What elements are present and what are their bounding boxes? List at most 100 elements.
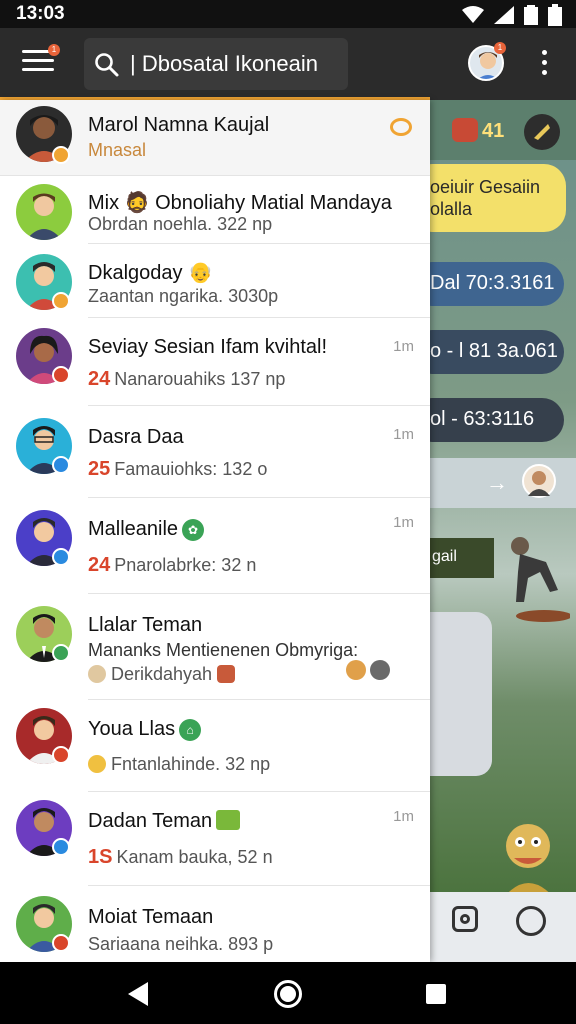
gift-emoji-icon xyxy=(217,665,236,683)
chat-list-item[interactable]: Mix 🧔 Obnoliahy Matial Mandaya Obrdan no… xyxy=(0,176,430,244)
back-icon[interactable] xyxy=(128,982,148,1006)
home-button-icon[interactable] xyxy=(274,980,302,1008)
chat-time: 1m xyxy=(393,514,414,531)
app-bar: 1 | Dbosatal Ikoneain 1 xyxy=(0,28,576,100)
arrow-right-icon: → xyxy=(486,470,508,495)
chat-list-item[interactable]: Malleanile ✿ 24 Pnarolabrke: 32 n 1m xyxy=(0,498,430,594)
chat-preview: 25 Famauiohks: 132 o xyxy=(88,458,267,481)
wifi-icon xyxy=(462,6,484,23)
signal-icon xyxy=(494,6,514,24)
status-badge xyxy=(52,366,70,384)
status-badge xyxy=(52,292,70,310)
chat-list-item[interactable]: Moiat Temaan Sariaana neihka. 893 p xyxy=(0,886,430,962)
chat-name: Moiat Temaan xyxy=(88,906,214,928)
chat-preview-text: Derikdahyah xyxy=(111,664,213,684)
chat-name: Marol Namna Kaujal xyxy=(88,114,270,136)
smile-emoji-icon xyxy=(346,660,366,680)
navigation-bar xyxy=(0,962,576,1024)
background-pill-3: ol - 63:3116 xyxy=(410,398,564,442)
unread-count: 1S xyxy=(88,846,113,868)
profile-notification-badge: 1 xyxy=(494,42,506,54)
unread-indicator-icon xyxy=(390,118,412,136)
chat-list-item[interactable]: Dadan Teman 1S Kanam bauka, 52 n 1m xyxy=(0,792,430,886)
unread-count: 24 xyxy=(88,368,111,390)
chat-list-item[interactable]: Dkalgoday 👴 Zaantan ngarika. 3030p xyxy=(0,244,430,318)
search-input[interactable]: | Dbosatal Ikoneain xyxy=(84,38,348,90)
chat-list-panel: Marol Namna Kaujal Mnasal Mix 🧔 Obnoliah… xyxy=(0,100,430,962)
face-emoji-icon xyxy=(88,665,106,683)
background-pill-1: Dal 70:3.3161 xyxy=(410,262,564,306)
background-mini-avatar xyxy=(522,464,556,498)
recent-apps-icon[interactable] xyxy=(426,984,446,1004)
status-badge xyxy=(52,644,70,662)
chat-list-item[interactable]: Dasra Daa 25 Famauiohks: 132 o 1m xyxy=(0,406,430,498)
battery-icon xyxy=(548,4,562,26)
unread-count: 24 xyxy=(88,554,111,576)
chat-time: 1m xyxy=(393,808,414,825)
chat-list-item[interactable]: Youa Llas ⌂ Fntanlahinde. 32 np xyxy=(0,700,430,792)
search-icon xyxy=(95,53,119,77)
chat-preview-text: Famauiohks: 132 o xyxy=(114,459,268,479)
unread-count: 25 xyxy=(88,458,111,480)
bolt-icon[interactable] xyxy=(524,114,560,150)
ghost-emoji-icon xyxy=(370,660,390,680)
status-bar: 13:03 xyxy=(0,0,576,28)
sun-emoji-icon xyxy=(88,755,106,773)
status-badge xyxy=(52,456,70,474)
chat-name: Youa Llas ⌂ xyxy=(88,718,202,741)
chat-name-text: Youa Llas xyxy=(88,718,176,740)
camera-icon[interactable] xyxy=(452,906,478,932)
chat-preview: 1S Kanam bauka, 52 n xyxy=(88,846,273,869)
sticker-icon xyxy=(216,810,241,830)
chat-time: 1m xyxy=(393,338,414,355)
background-score: 41 xyxy=(482,120,505,142)
more-options-icon[interactable] xyxy=(536,50,552,78)
chat-preview: Mananks Mentienenen Obmyriga: xyxy=(88,640,359,660)
chat-name: Dasra Daa xyxy=(88,426,184,448)
chat-name-text: Malleanile xyxy=(88,518,179,540)
chat-name: Seviay Sesian Ifam kvihtal! xyxy=(88,336,327,358)
home-icon: ⌂ xyxy=(179,719,202,741)
chat-list-item[interactable]: Seviay Sesian Ifam kvihtal! 24 Nanarouahi… xyxy=(0,318,430,406)
chat-preview-text: Pnarolabrke: 32 n xyxy=(114,555,257,575)
verified-icon: ✿ xyxy=(182,519,205,541)
chat-list-item[interactable]: Marol Namna Kaujal Mnasal xyxy=(0,100,430,176)
chat-name: Malleanile ✿ xyxy=(88,518,205,541)
chat-preview-text: Kanam bauka, 52 n xyxy=(116,847,273,867)
chat-preview-text: Nanarouahiks 137 np xyxy=(114,369,286,389)
background-sign: gail xyxy=(430,538,494,578)
status-badge xyxy=(52,146,70,164)
chat-name-text: Dadan Teman xyxy=(88,810,213,832)
chat-name: Dadan Teman xyxy=(88,810,241,833)
chat-time: 1m xyxy=(393,426,414,443)
phone-screen: 13:03 1 | Dbosatal Ikoneain 1 41 oeiuir … xyxy=(0,0,576,1024)
chat-preview: 24 Pnarolabrke: 32 n xyxy=(88,554,256,577)
chat-name: Mix 🧔 Obnoliahy Matial Mandaya xyxy=(88,192,392,214)
chat-preview: 24 Nanarouahiks 137 np xyxy=(88,368,285,391)
chat-preview: Fntanlahinde. 32 np xyxy=(88,754,270,775)
chat-preview: Obrdan noehla. 322 np xyxy=(88,214,273,234)
timer-icon[interactable] xyxy=(516,906,546,936)
chat-preview: Sariaana neihka. 893 p xyxy=(88,934,274,954)
avatar xyxy=(16,184,72,240)
status-icons xyxy=(462,4,562,26)
chat-name: Dkalgoday 👴 xyxy=(88,262,213,284)
heart-icon xyxy=(452,118,478,142)
chat-name: Llalar Teman xyxy=(88,614,203,636)
menu-notification-badge: 1 xyxy=(48,44,60,56)
background-pill-2: o - l 81 3a.061 xyxy=(410,330,564,374)
status-badge xyxy=(52,838,70,856)
chat-preview: Mnasal xyxy=(88,140,147,160)
sim-icon xyxy=(524,5,538,25)
status-time: 13:03 xyxy=(16,3,65,24)
chat-list-item[interactable]: Llalar Teman Mananks Mentienenen Obmyrig… xyxy=(0,594,430,700)
chat-preview: Zaantan ngarika. 3030p xyxy=(88,286,279,306)
search-text: | Dbosatal Ikoneain xyxy=(130,51,318,76)
chat-preview-text: Fntanlahinde. 32 np xyxy=(111,754,271,774)
chat-preview-line2: Derikdahyah xyxy=(88,664,236,685)
skater-character-image xyxy=(511,537,570,622)
background-side-panel xyxy=(430,612,492,776)
status-badge xyxy=(52,548,70,566)
status-badge xyxy=(52,934,70,952)
status-badge xyxy=(52,746,70,764)
